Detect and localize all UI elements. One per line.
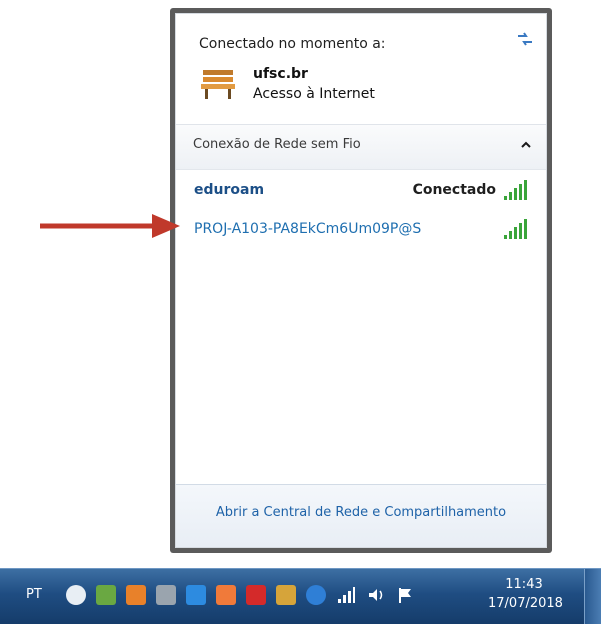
cloud-icon[interactable] [66,585,86,605]
orange-app-icon[interactable] [126,585,146,605]
wireless-section-label: Conexão de Rede sem Fio [193,137,361,152]
wifi-signal-icon [504,180,527,200]
language-indicator[interactable]: PT [26,587,42,602]
network-ssid: PROJ-A103-PA8EkCm6Um09P@S [194,221,422,237]
camera-icon[interactable] [156,585,176,605]
taskbar: PT 11:43 17/07/2018 [0,568,601,624]
people-icon[interactable] [276,585,296,605]
connected-header: Conectado no momento a: [199,36,386,52]
network-status: Conectado [412,182,496,198]
clock-time: 11:43 [505,577,543,592]
wifi-signal-icon [504,219,527,239]
network-sync-icon[interactable] [96,585,116,605]
red-app-icon[interactable] [246,585,266,605]
open-network-center-link[interactable]: Abrir a Central de Rede e Compartilhamen… [176,505,546,520]
teamviewer-icon[interactable] [306,585,326,605]
clock-date: 17/07/2018 [488,596,563,611]
chevron-up-icon[interactable] [518,137,534,153]
system-tray [66,583,416,607]
signal-icon[interactable] [336,585,356,605]
network-item-eduroam[interactable]: eduroam Conectado [186,176,536,206]
network-flyout-panel: Conectado no momento a: ufsc.br Acesso à… [175,13,547,548]
volume-icon[interactable] [366,585,386,605]
annotation-arrow-icon [40,214,180,238]
flyout-footer: Abrir a Central de Rede e Compartilhamen… [176,484,546,547]
network-ssid: eduroam [194,182,265,198]
flag-icon[interactable] [396,585,416,605]
refresh-icon[interactable] [514,28,536,50]
bird-icon[interactable] [216,585,236,605]
bench-network-icon [201,70,235,99]
network-item-proj[interactable]: PROJ-A103-PA8EkCm6Um09P@S [186,215,536,245]
wireless-section-header[interactable]: Conexão de Rede sem Fio [176,124,546,170]
current-network-access: Acesso à Internet [253,86,375,102]
clock[interactable]: 11:43 17/07/2018 [488,577,563,611]
network-flyout: Conectado no momento a: ufsc.br Acesso à… [170,8,552,553]
current-network-name: ufsc.br [253,66,308,82]
show-desktop-button[interactable] [584,569,601,624]
onedrive-icon[interactable] [186,585,206,605]
